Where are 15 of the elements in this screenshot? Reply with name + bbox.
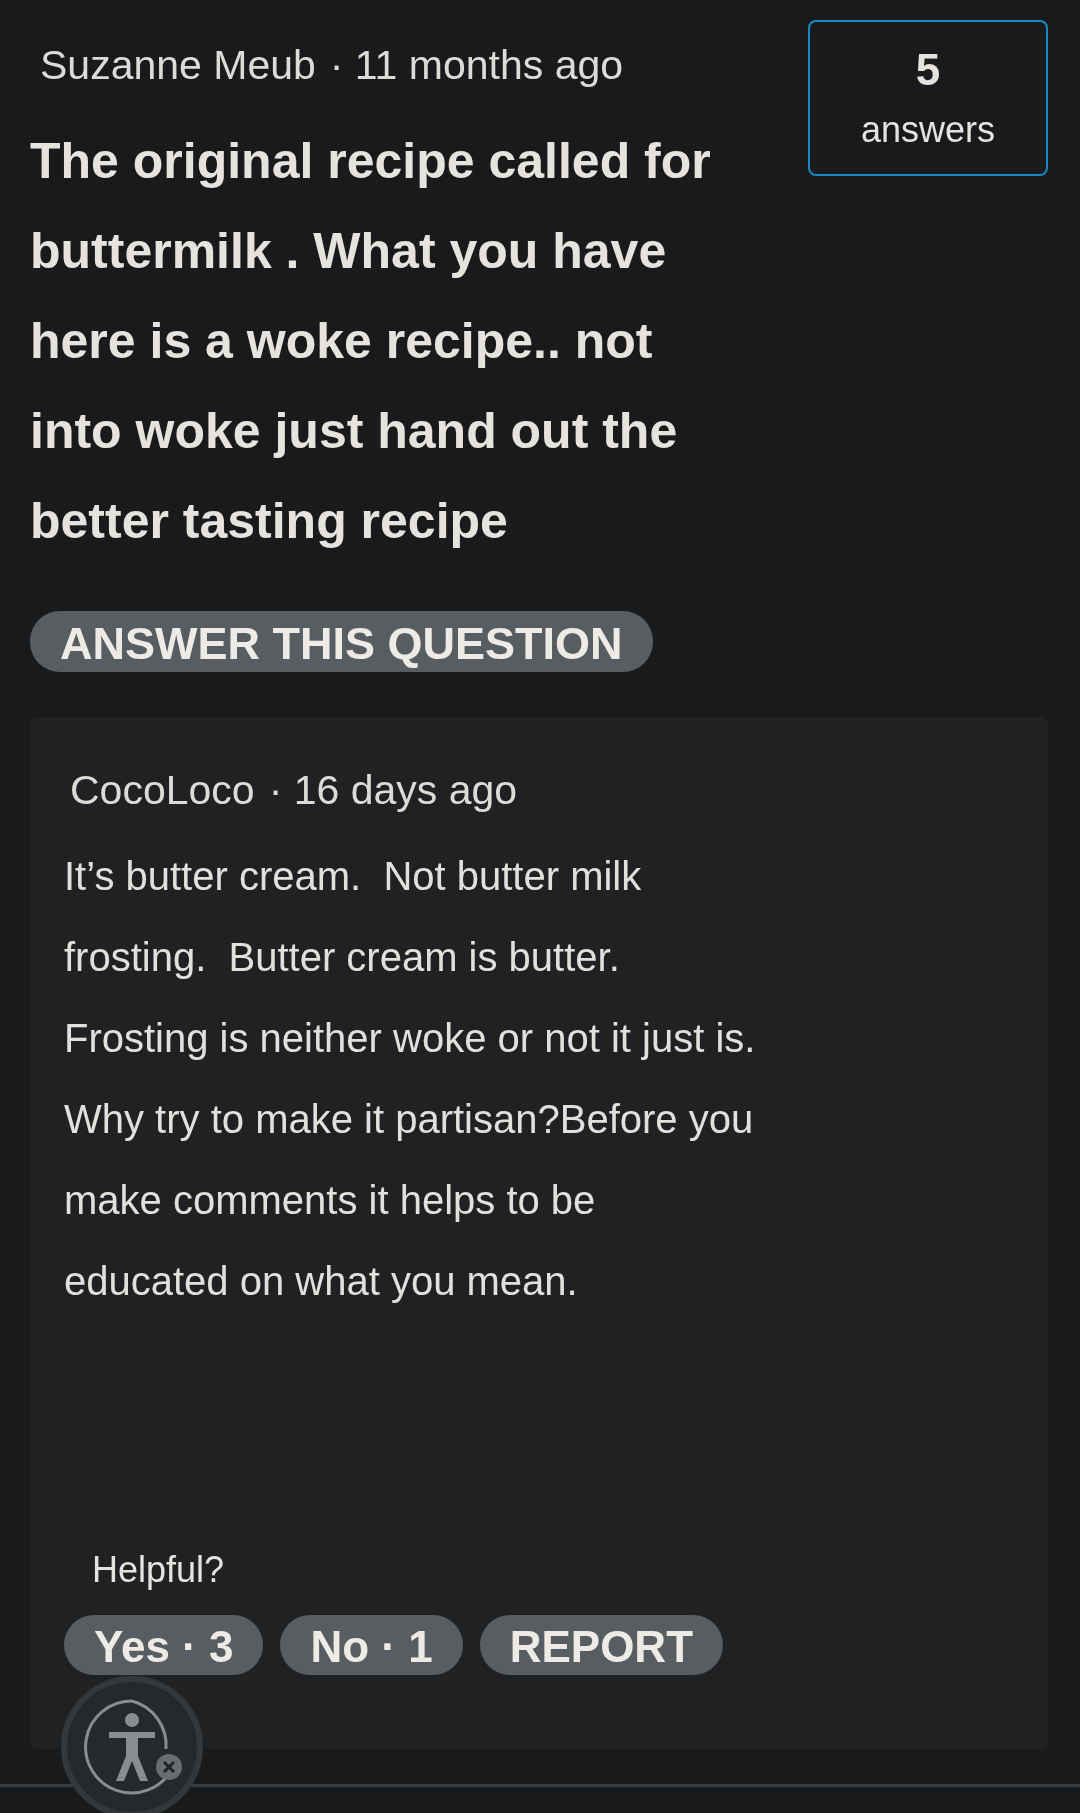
answer-count: 5 xyxy=(915,45,941,95)
post-age: · 16 days ago xyxy=(268,767,518,814)
feedback-button[interactable]: No · 1 xyxy=(280,1615,463,1675)
author-name: CocoLoco xyxy=(70,767,255,814)
question-text: The original recipe called for buttermilk . What you have here is a woke recipe.. not into woke just hand out the better tasting recipe xyxy=(30,132,712,551)
answer-count-label: answers xyxy=(860,109,996,151)
author-name: Suzanne Meub xyxy=(40,42,316,89)
helpful-label: Helpful? xyxy=(92,1549,226,1591)
accessibility-icon[interactable] xyxy=(60,1675,204,1813)
answer-count-box[interactable]: 5 answers xyxy=(808,20,1048,176)
answer-question-button[interactable]: ANSWER THIS QUESTION xyxy=(30,611,653,672)
post-age: · 11 months ago xyxy=(329,42,624,89)
feedback-button[interactable]: Yes · 3 xyxy=(64,1615,264,1675)
feedback-button[interactable]: REPORT xyxy=(479,1615,724,1675)
answer-text: It’s butter cream. Not butter milk frosting. Butter cream is butter. Frosting is neither woke or not it just is. Why try to make it partisan?Before you make comments it helps to be educated on what you mean. xyxy=(64,853,757,1305)
